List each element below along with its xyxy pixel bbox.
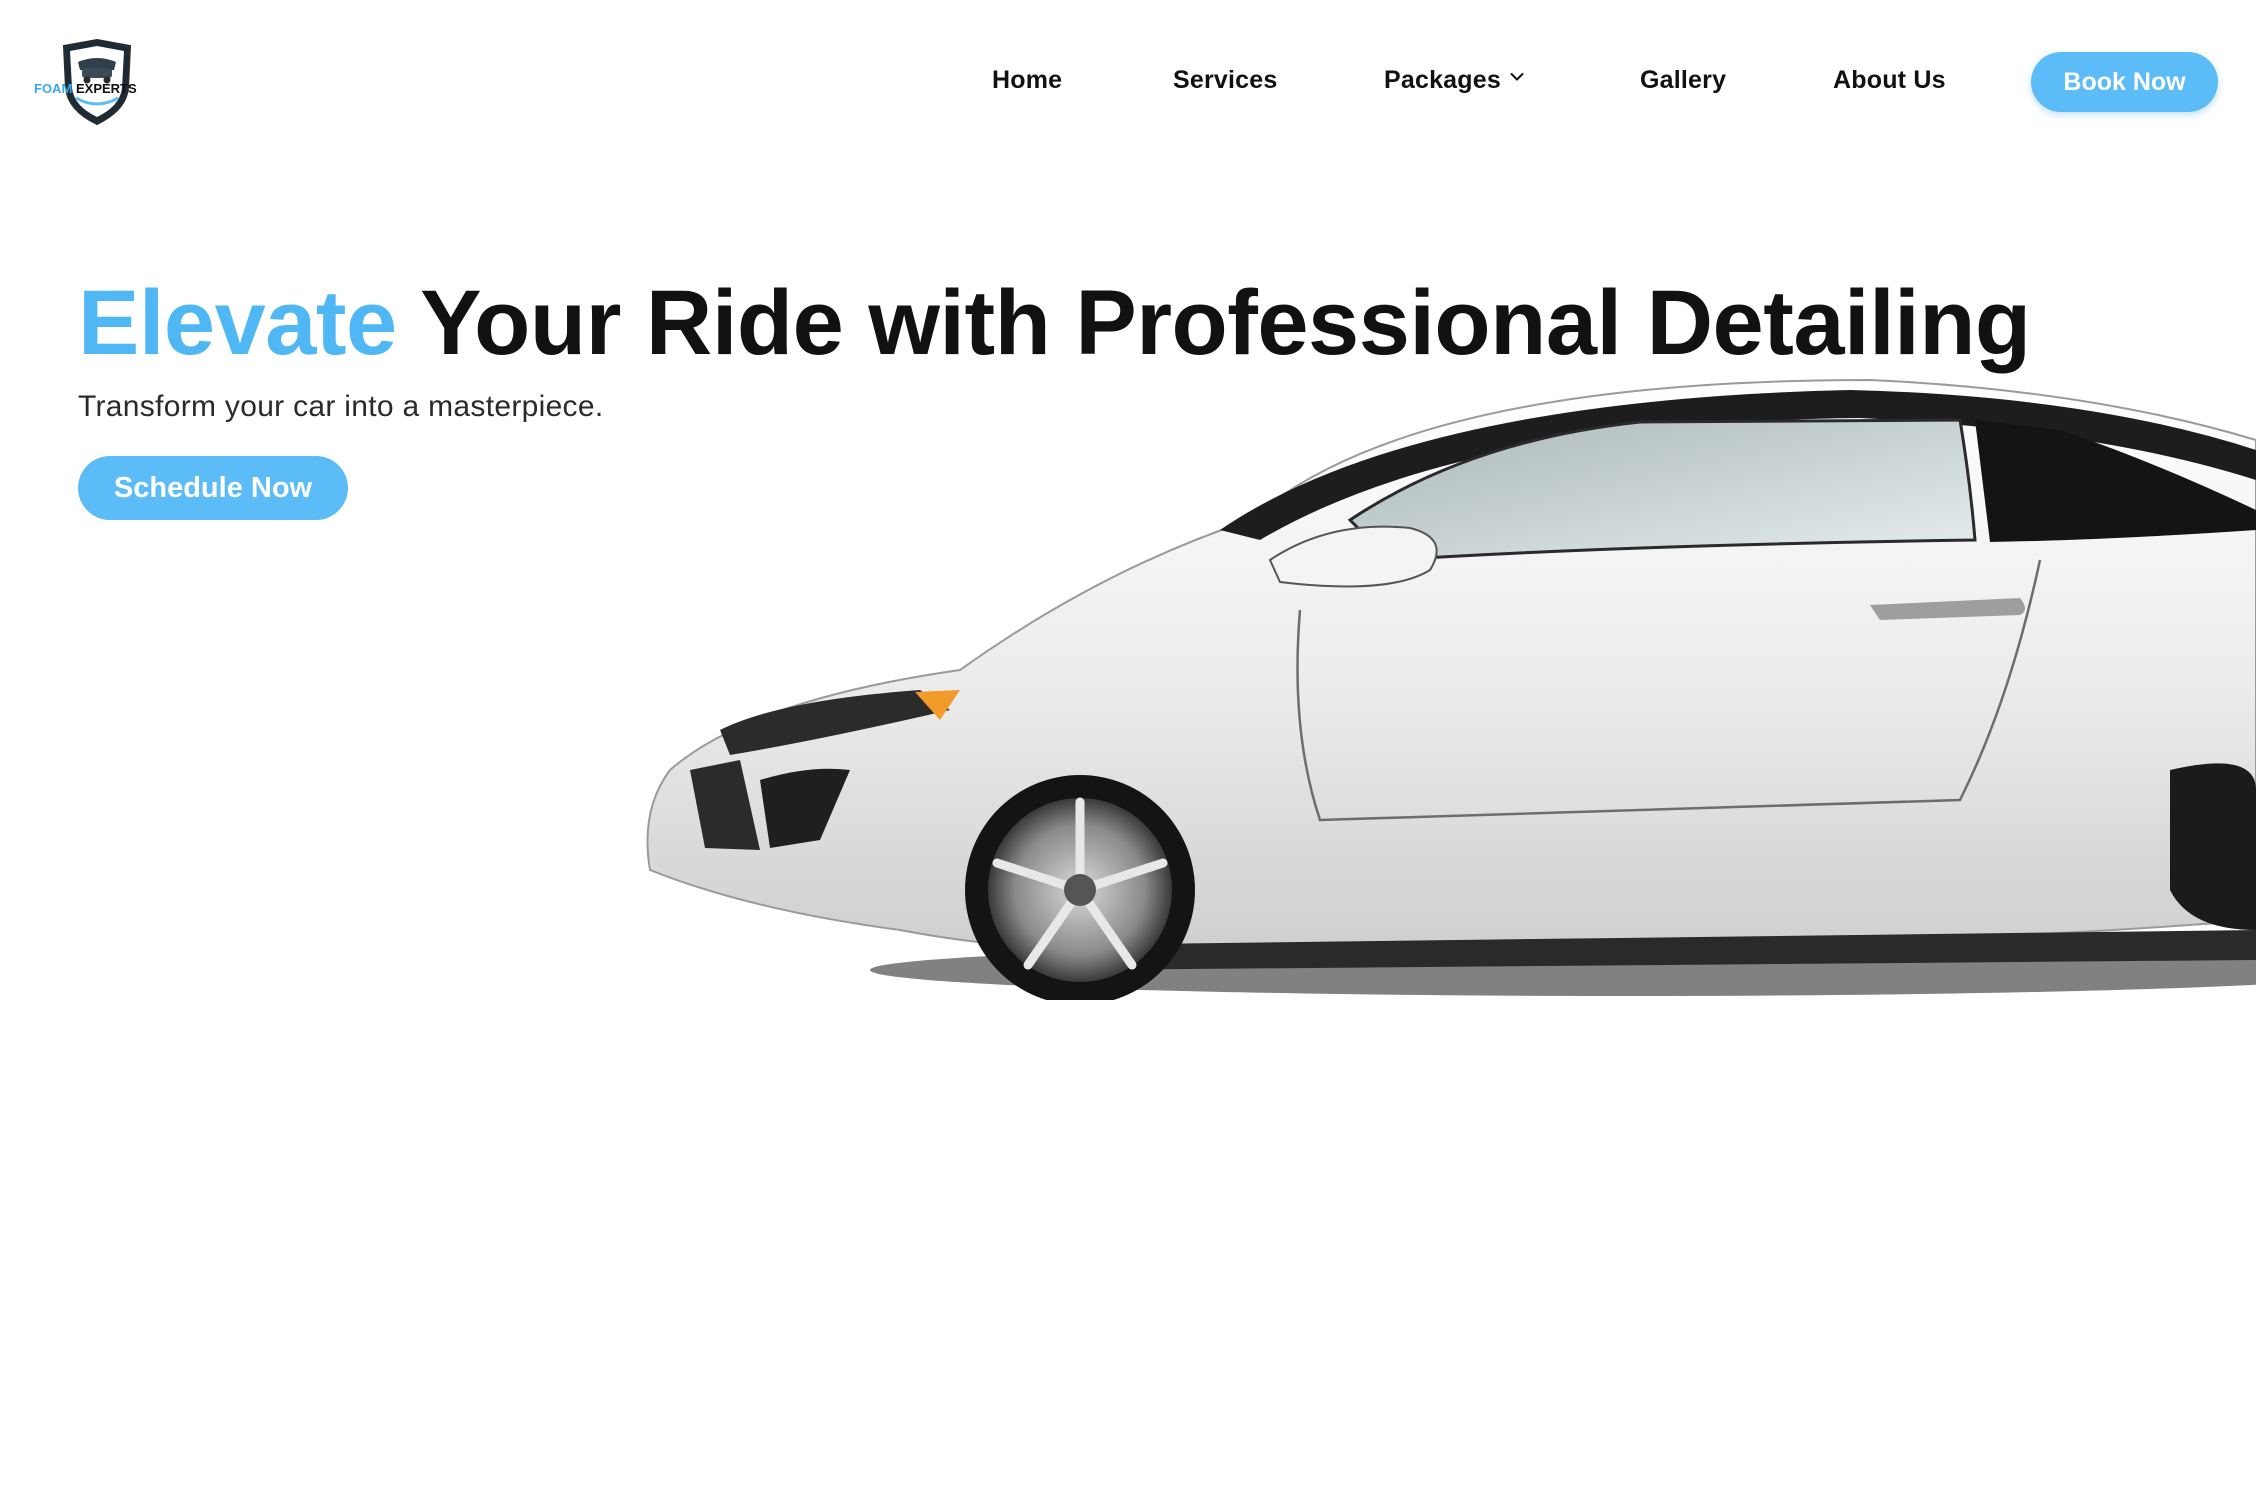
nav-gallery[interactable]: Gallery [1640,66,1726,95]
chevron-down-icon [1510,72,1524,83]
hero-title: Elevate Your Ride with Professional Deta… [78,268,2031,378]
hero-title-accent: Elevate [78,272,397,374]
nav-packages[interactable]: Packages [1384,66,1524,95]
nav-packages-label: Packages [1384,66,1501,94]
hero-subtitle: Transform your car into a masterpiece. [78,390,604,423]
nav-about-us[interactable]: About Us [1833,66,1946,95]
schedule-now-button[interactable]: Schedule Now [78,456,348,520]
book-now-button[interactable]: Book Now [2031,52,2218,112]
nav-home[interactable]: Home [992,66,1062,95]
hero-car-image [630,370,2256,1000]
hero-title-rest: Your Ride with Professional Detailing [396,272,2031,374]
page: FOAM EXPERTS Home Services Packages Gall… [0,0,2256,1504]
nav-services[interactable]: Services [1173,66,1277,95]
main-nav: Home Services Packages Gallery About Us [0,52,2256,112]
